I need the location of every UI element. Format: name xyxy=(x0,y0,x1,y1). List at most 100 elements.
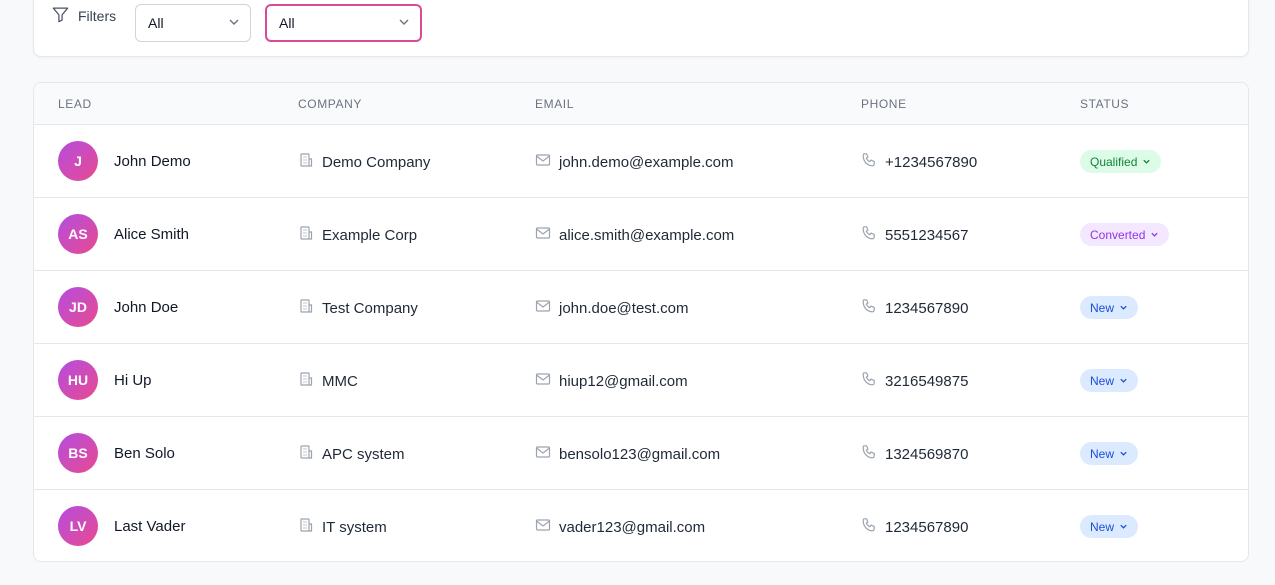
status-badge[interactable]: New xyxy=(1080,369,1139,392)
filters-label: Filters xyxy=(78,8,117,24)
header-company[interactable]: COMPANY xyxy=(298,97,362,111)
table-row[interactable]: HU Hi Up MMC hiup12@gmail.com 3216549875… xyxy=(34,344,1248,417)
company-name: IT system xyxy=(322,518,387,536)
status-badge[interactable]: Converted xyxy=(1080,223,1170,246)
email-cell: john.doe@test.com xyxy=(535,298,688,318)
phone-icon xyxy=(861,517,877,537)
leads-table: LEAD COMPANY EMAIL PHONE STATUS J John D… xyxy=(33,82,1249,562)
phone-cell: 3216549875 xyxy=(861,371,968,391)
phone-cell: 5551234567 xyxy=(861,225,968,245)
phone-cell: 1234567890 xyxy=(861,298,968,318)
email-cell: vader123@gmail.com xyxy=(535,517,705,537)
avatar: AS xyxy=(58,214,98,254)
lead-name[interactable]: Last Vader xyxy=(114,518,185,535)
filter-select-2[interactable]: All xyxy=(265,4,422,42)
status-label: New xyxy=(1090,519,1115,534)
company-cell: IT system xyxy=(298,517,387,537)
avatar: J xyxy=(58,141,98,181)
filters-bar: Filters All All xyxy=(33,0,1249,57)
lead-name[interactable]: Hi Up xyxy=(114,372,152,389)
mail-icon xyxy=(535,298,551,318)
lead-name[interactable]: John Doe xyxy=(114,299,178,316)
email-cell: alice.smith@example.com xyxy=(535,225,734,245)
building-icon xyxy=(298,298,314,318)
filter-icon xyxy=(51,5,70,27)
building-icon xyxy=(298,444,314,464)
table-row[interactable]: J John Demo Demo Company john.demo@examp… xyxy=(34,125,1248,198)
header-phone[interactable]: PHONE xyxy=(861,97,907,111)
building-icon xyxy=(298,152,314,172)
email-address[interactable]: john.doe@test.com xyxy=(559,300,688,317)
status-label: New xyxy=(1090,446,1115,461)
email-cell: bensolo123@gmail.com xyxy=(535,444,720,464)
email-address[interactable]: vader123@gmail.com xyxy=(559,519,705,536)
table-row[interactable]: JD John Doe Test Company john.doe@test.c… xyxy=(34,271,1248,344)
phone-icon xyxy=(861,152,877,172)
table-body: J John Demo Demo Company john.demo@examp… xyxy=(34,125,1248,561)
avatar: HU xyxy=(58,360,98,400)
avatar: LV xyxy=(58,506,98,546)
header-email[interactable]: EMAIL xyxy=(535,97,574,111)
chevron-down-icon xyxy=(1119,301,1128,315)
chevron-down-icon xyxy=(398,15,410,31)
mail-icon xyxy=(535,152,551,172)
lead-name[interactable]: John Demo xyxy=(114,153,191,170)
chevron-down-icon xyxy=(1119,520,1128,534)
email-address[interactable]: alice.smith@example.com xyxy=(559,227,734,244)
building-icon xyxy=(298,371,314,391)
company-name: APC system xyxy=(322,445,405,463)
phone-number[interactable]: 1234567890 xyxy=(885,300,968,317)
mail-icon xyxy=(535,444,551,464)
table-header: LEAD COMPANY EMAIL PHONE STATUS xyxy=(34,83,1248,125)
table-row[interactable]: BS Ben Solo APC system bensolo123@gmail.… xyxy=(34,417,1248,490)
phone-cell: 1324569870 xyxy=(861,444,968,464)
company-cell: APC system xyxy=(298,444,405,464)
lead-name[interactable]: Ben Solo xyxy=(114,445,175,462)
phone-number[interactable]: 3216549875 xyxy=(885,373,968,390)
email-address[interactable]: john.demo@example.com xyxy=(559,154,733,171)
phone-icon xyxy=(861,444,877,464)
header-lead[interactable]: LEAD xyxy=(58,97,92,111)
chevron-down-icon xyxy=(228,15,240,31)
table-row[interactable]: LV Last Vader IT system vader123@gmail.c… xyxy=(34,490,1248,561)
header-status[interactable]: STATUS xyxy=(1080,97,1129,111)
mail-icon xyxy=(535,371,551,391)
company-cell: Example Corp xyxy=(298,225,417,245)
phone-cell: 1234567890 xyxy=(861,517,968,537)
avatar: JD xyxy=(58,287,98,327)
status-badge[interactable]: Qualified xyxy=(1080,150,1162,173)
phone-icon xyxy=(861,298,877,318)
chevron-down-icon xyxy=(1119,374,1128,388)
avatar: BS xyxy=(58,433,98,473)
chevron-down-icon xyxy=(1150,228,1159,242)
company-cell: MMC xyxy=(298,371,358,391)
phone-icon xyxy=(861,225,877,245)
phone-icon xyxy=(861,371,877,391)
status-label: New xyxy=(1090,300,1115,315)
status-badge[interactable]: New xyxy=(1080,296,1139,319)
phone-number[interactable]: 1234567890 xyxy=(885,519,968,536)
email-address[interactable]: bensolo123@gmail.com xyxy=(559,446,720,463)
lead-name[interactable]: Alice Smith xyxy=(114,226,189,243)
email-address[interactable]: hiup12@gmail.com xyxy=(559,373,688,390)
status-label: Qualified xyxy=(1090,154,1138,169)
status-badge[interactable]: New xyxy=(1080,515,1139,538)
mail-icon xyxy=(535,517,551,537)
status-label: Converted xyxy=(1090,227,1146,242)
company-name: Test Company xyxy=(322,299,418,317)
building-icon xyxy=(298,225,314,245)
company-name: Example Corp xyxy=(322,226,418,244)
phone-number[interactable]: 5551234567 xyxy=(885,227,968,244)
table-row[interactable]: AS Alice Smith Example Corp alice.smith@… xyxy=(34,198,1248,271)
filter-select-2-value: All xyxy=(279,15,295,31)
mail-icon xyxy=(535,225,551,245)
building-icon xyxy=(298,517,314,537)
email-cell: john.demo@example.com xyxy=(535,152,733,172)
status-badge[interactable]: New xyxy=(1080,442,1139,465)
phone-number[interactable]: +1234567890 xyxy=(885,154,977,171)
chevron-down-icon xyxy=(1142,155,1151,169)
company-name: Demo Company xyxy=(322,153,431,171)
email-cell: hiup12@gmail.com xyxy=(535,371,688,391)
filter-select-1[interactable]: All xyxy=(135,4,251,42)
phone-number[interactable]: 1324569870 xyxy=(885,446,968,463)
